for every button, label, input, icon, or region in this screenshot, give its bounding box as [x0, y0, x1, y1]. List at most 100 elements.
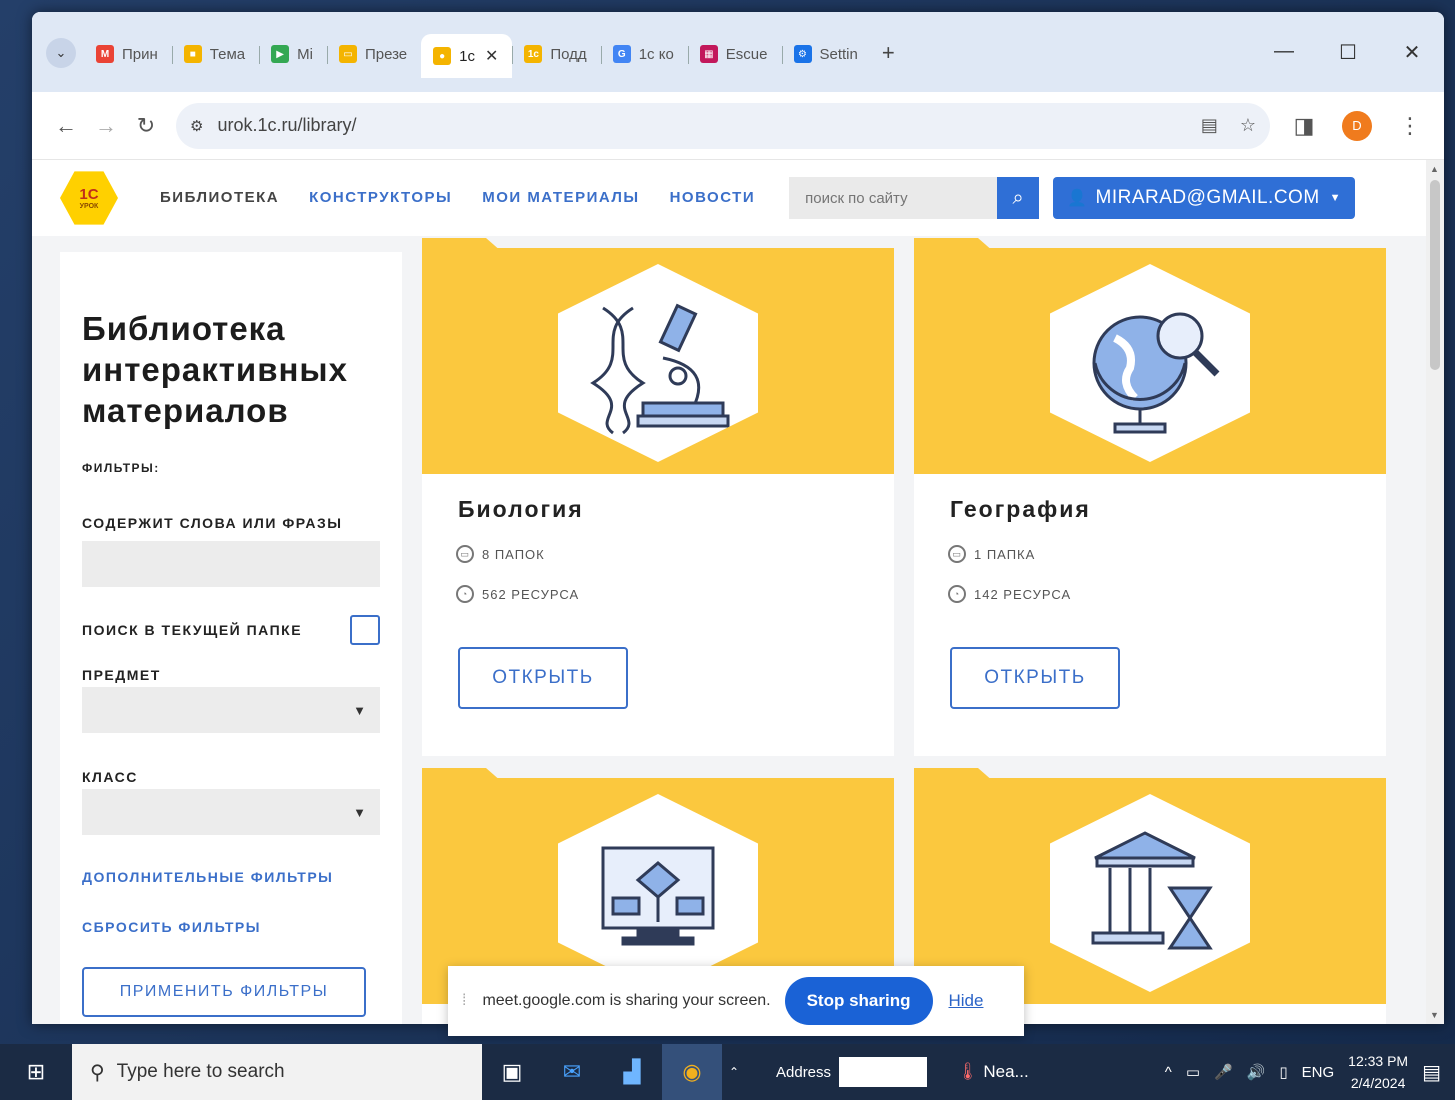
- address-bar[interactable]: ⚙ urok.1c.ru/library/ ▤ ☆: [176, 102, 1270, 149]
- tab-label: 1с: [459, 47, 475, 65]
- taskbar-search[interactable]: ⚲ Type here to search: [72, 1044, 482, 1100]
- volume-icon[interactable]: 🔊: [1247, 1063, 1266, 1081]
- nav-link[interactable]: МОИ МАТЕРИАЛЫ: [482, 189, 639, 206]
- tab-favicon-icon: ⚙: [793, 45, 812, 63]
- resource-icon: ◔: [948, 585, 966, 603]
- scrollbar-thumb[interactable]: [1430, 180, 1440, 370]
- browser-tab[interactable]: 1c Подд: [512, 34, 600, 74]
- menu-kebab-icon[interactable]: ⋮: [1390, 113, 1430, 139]
- history-illustration-icon: [1050, 794, 1250, 992]
- dropdown-arrow-icon: ▼: [353, 805, 366, 820]
- tab-label: Тема: [209, 45, 246, 63]
- stop-sharing-button[interactable]: Stop sharing: [784, 977, 933, 1025]
- screen-sharing-bar: ⁞ meet.google.com is sharing your screen…: [448, 966, 1024, 1036]
- drag-handle-icon[interactable]: ⁞: [462, 992, 466, 1010]
- subject-label: ПРЕДМЕТ: [82, 667, 161, 683]
- system-tray: ^ ▭ 🎤 🔊 ▯ ENG 12:33 PM 2/4/2024 ▤: [1165, 1050, 1455, 1094]
- tab-close-icon[interactable]: ✕: [485, 46, 498, 66]
- windows-start-icon[interactable]: ⊞: [0, 1044, 72, 1100]
- clock[interactable]: 12:33 PM 2/4/2024: [1348, 1050, 1408, 1094]
- browser-tab[interactable]: ▶ Mi: [259, 34, 327, 74]
- reset-filters-link[interactable]: СБРОСИТЬ ФИЛЬТРЫ: [82, 919, 380, 935]
- words-label: СОДЕРЖИТ СЛОВА ИЛИ ФРАЗЫ: [82, 515, 343, 531]
- close-icon[interactable]: ✕: [1380, 40, 1444, 65]
- resources-count: ◔ 562 РЕСУРСА: [422, 585, 894, 603]
- site-search: ⌕: [789, 177, 1040, 219]
- current-folder-checkbox[interactable]: [350, 615, 380, 645]
- nav-link[interactable]: БИБЛИОТЕКА: [160, 189, 279, 206]
- words-input[interactable]: [82, 541, 380, 587]
- tab-favicon-icon: ●: [433, 47, 452, 65]
- tab-search-icon[interactable]: ⌄: [46, 38, 76, 68]
- tab-favicon-icon: G: [612, 45, 631, 63]
- class-select[interactable]: ▼: [82, 789, 380, 835]
- scroll-down-icon[interactable]: ▼: [1430, 1010, 1439, 1020]
- browser-tab[interactable]: ▦ Escue: [687, 34, 782, 74]
- weather-widget[interactable]: 🌡 Nea...: [957, 1062, 1029, 1082]
- task-view-icon[interactable]: ▣: [482, 1059, 542, 1085]
- browser-tab[interactable]: M Прин: [84, 34, 172, 74]
- search-icon[interactable]: ⌕: [997, 177, 1040, 219]
- folders-count: ▭ 1 ПАПКА: [914, 545, 1386, 563]
- class-label: КЛАСС: [82, 769, 138, 785]
- browser-window: ⌄ M Прин ■ Тема ▶ Mi ▭ Презе ● 1с ✕ 1c Подд G 1с ко ▦ Es…: [32, 12, 1444, 1024]
- tab-strip: ⌄ M Прин ■ Тема ▶ Mi ▭ Презе ● 1с ✕ 1c Подд G 1с ко ▦ Es…: [32, 12, 1444, 92]
- tab-label: Mi: [297, 45, 313, 63]
- notifications-icon[interactable]: ▤: [1422, 1060, 1441, 1085]
- page-scrollbar[interactable]: ▲ ▼: [1426, 160, 1444, 1024]
- microphone-icon[interactable]: 🎤: [1214, 1063, 1233, 1081]
- site-logo[interactable]: 1С УРОК: [60, 171, 118, 225]
- card-title: Биология: [458, 496, 584, 522]
- site-header: 1С УРОК БИБЛИОТЕКА КОНСТРУКТОРЫ МОИ МАТЕРИ…: [32, 160, 1426, 236]
- app-icon[interactable]: ▟: [602, 1059, 662, 1085]
- overflow-chevron-icon[interactable]: ⌃: [722, 1065, 746, 1079]
- maximize-icon[interactable]: ☐: [1316, 40, 1380, 65]
- page-content: 1С УРОК БИБЛИОТЕКА КОНСТРУКТОРЫ МОИ МАТЕРИ…: [32, 160, 1426, 1024]
- user-menu-button[interactable]: 👤 MIRARAD@GMAIL.COM ▼: [1053, 177, 1356, 219]
- current-folder-row: ПОИСК В ТЕКУЩЕЙ ПАПКЕ: [82, 615, 380, 645]
- network-icon[interactable]: ▭: [1186, 1063, 1200, 1081]
- sharing-message: meet.google.com is sharing your screen.: [482, 992, 771, 1009]
- minimize-icon[interactable]: —: [1252, 40, 1316, 65]
- battery-icon[interactable]: ▯: [1279, 1063, 1287, 1081]
- subject-card-geography: География ▭ 1 ПАПКА ◔ 142 РЕСУРСА ОТКРЫТЬ: [914, 248, 1386, 756]
- mail-icon[interactable]: ✉: [542, 1059, 602, 1085]
- biology-illustration-icon: [558, 264, 758, 462]
- tab-favicon-icon: ▦: [699, 45, 718, 63]
- browser-tab[interactable]: ▭ Презе: [326, 34, 421, 74]
- bookmark-star-icon[interactable]: ☆: [1240, 115, 1256, 136]
- filters-sidebar: Библиотека интерактивных материалов ФИЛЬ…: [60, 252, 402, 1024]
- site-search-input[interactable]: [789, 177, 998, 219]
- chrome-icon[interactable]: ◉: [662, 1044, 722, 1100]
- open-button[interactable]: ОТКРЫТЬ: [458, 647, 628, 709]
- language-indicator[interactable]: ENG: [1302, 1064, 1335, 1081]
- browser-tab[interactable]: ⚙ Settin: [781, 34, 872, 74]
- browser-tab[interactable]: G 1с ко: [600, 34, 688, 74]
- subject-select[interactable]: ▼: [82, 687, 380, 733]
- reload-icon[interactable]: ↻: [126, 113, 166, 139]
- tab-favicon-icon: ▶: [271, 45, 290, 63]
- scroll-up-icon[interactable]: ▲: [1430, 164, 1439, 174]
- side-panel-icon[interactable]: ◨: [1284, 113, 1324, 139]
- apply-filters-button[interactable]: ПРИМЕНИТЬ ФИЛЬТРЫ: [82, 967, 366, 1017]
- browser-tab[interactable]: ■ Тема: [171, 34, 259, 74]
- new-tab-button[interactable]: +: [872, 34, 905, 66]
- open-button[interactable]: ОТКРЫТЬ: [950, 647, 1120, 709]
- nav-link[interactable]: КОНСТРУКТОРЫ: [309, 189, 452, 206]
- forward-icon[interactable]: →: [86, 113, 126, 139]
- site-info-icon[interactable]: ⚙: [190, 117, 203, 135]
- profile-avatar[interactable]: D: [1342, 110, 1372, 141]
- hide-link[interactable]: Hide: [949, 991, 984, 1011]
- nav-link[interactable]: НОВОСТИ: [670, 189, 756, 206]
- tab-label: Презе: [364, 45, 408, 63]
- address-input[interactable]: [839, 1057, 928, 1087]
- tray-chevron-icon[interactable]: ^: [1165, 1064, 1172, 1081]
- resource-icon: ◔: [456, 585, 474, 603]
- card-title: География: [950, 496, 1091, 522]
- translate-icon[interactable]: ▤: [1201, 115, 1218, 136]
- tab-favicon-icon: ■: [183, 45, 202, 63]
- window-controls: — ☐ ✕: [1252, 40, 1444, 65]
- back-icon[interactable]: ←: [46, 113, 86, 139]
- browser-tab[interactable]: ● 1с ✕: [421, 34, 513, 78]
- more-filters-link[interactable]: ДОПОЛНИТЕЛЬНЫЕ ФИЛЬТРЫ: [82, 869, 380, 885]
